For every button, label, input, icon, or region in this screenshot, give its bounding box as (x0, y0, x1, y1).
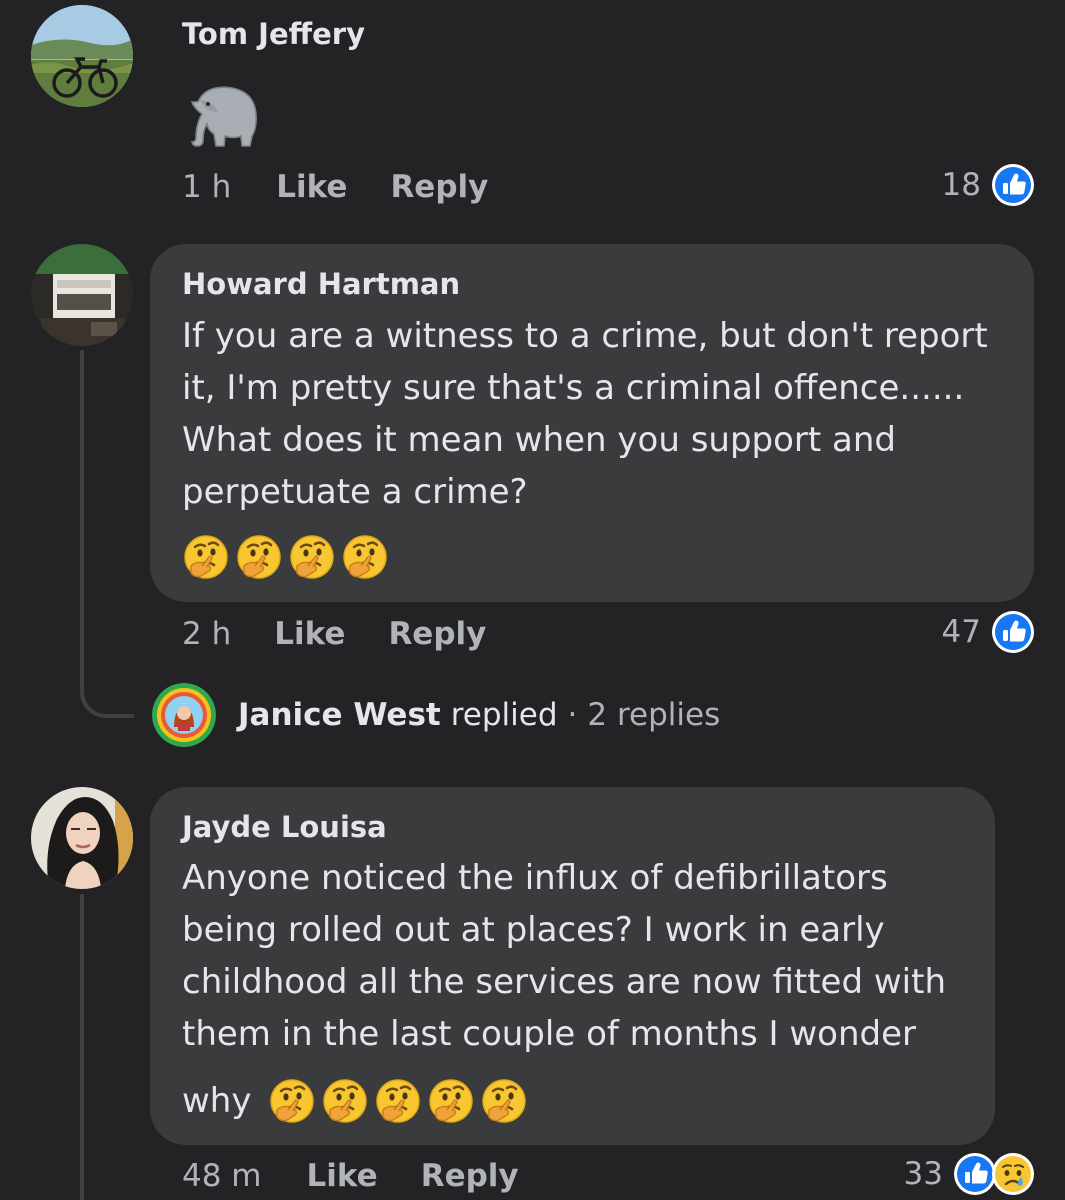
reaction-summary[interactable]: 47 (942, 610, 1035, 654)
like-button[interactable]: Like (307, 1158, 378, 1194)
comment-line: perpetuate a crime? (182, 472, 528, 512)
replier-name: Janice West (238, 697, 441, 733)
thinking-face-icon (341, 533, 389, 581)
replies-count: 2 replies (587, 697, 721, 733)
elephant-icon (178, 80, 262, 148)
comment-line: childhood all the services are now fitte… (182, 962, 946, 1002)
comment-line: Anyone noticed the influx of defibrillat… (182, 858, 888, 898)
like-button[interactable]: Like (276, 169, 347, 205)
comment-line: it, I'm pretty sure that's a criminal of… (182, 368, 965, 408)
comment-actions: 1 h Like Reply (182, 167, 488, 207)
comment-timestamp[interactable]: 2 h (182, 616, 231, 652)
thinking-face-icon (374, 1077, 422, 1125)
avatar-howard-hartman[interactable] (31, 244, 133, 346)
comment-line: If you are a witness to a crime, but don… (182, 316, 988, 356)
comment-line: why (182, 1081, 252, 1121)
avatar-janice-west (152, 683, 216, 747)
thinking-face-icon (268, 1077, 316, 1125)
thinking-face-icon (427, 1077, 475, 1125)
thread-line (80, 350, 84, 658)
like-button[interactable]: Like (274, 616, 345, 652)
comment-author[interactable]: Howard Hartman (182, 267, 460, 301)
thinking-face-icon (235, 533, 283, 581)
separator-dot: · (567, 697, 578, 733)
comment-body: If you are a witness to a crime, but don… (182, 310, 988, 518)
reaction-count: 33 (903, 1156, 943, 1192)
comment-actions: 2 h Like Reply (182, 614, 486, 654)
view-replies-link[interactable]: Janice West replied · 2 replies (152, 683, 720, 747)
thinking-face-icon (182, 533, 230, 581)
replied-label: replied (450, 697, 558, 733)
thread-line (80, 894, 84, 1200)
thinking-face-icon (288, 533, 336, 581)
reaction-summary[interactable]: 33 (904, 1152, 1035, 1196)
avatar-jayde-louisa[interactable] (31, 787, 133, 889)
comment-actions: 48 m Like Reply (182, 1156, 519, 1196)
emoji-line: why (182, 1075, 528, 1127)
comment-timestamp[interactable]: 1 h (182, 169, 231, 205)
like-icon (991, 610, 1035, 654)
emoji-line (182, 533, 389, 581)
comment-author[interactable]: Jayde Louisa (182, 810, 387, 844)
reply-button[interactable]: Reply (388, 616, 486, 652)
like-icon (991, 163, 1035, 207)
reply-button[interactable]: Reply (390, 169, 488, 205)
sad-icon (991, 1152, 1035, 1196)
reaction-count: 18 (941, 167, 981, 203)
thinking-face-icon (321, 1077, 369, 1125)
reaction-summary[interactable]: 18 (942, 163, 1035, 207)
comment-author[interactable]: Tom Jeffery (182, 17, 365, 51)
reaction-count: 47 (941, 614, 981, 650)
comment-line: being rolled out at places? I work in ea… (182, 910, 885, 950)
thinking-face-icon (480, 1077, 528, 1125)
avatar-tom-jeffery[interactable] (31, 5, 133, 107)
comment-line: them in the last couple of months I wond… (182, 1014, 916, 1054)
thread-connector (80, 650, 134, 718)
comment-timestamp[interactable]: 48 m (182, 1158, 262, 1194)
comment-line: What does it mean when you support and (182, 420, 896, 460)
comment-body: Anyone noticed the influx of defibrillat… (182, 852, 946, 1060)
reply-button[interactable]: Reply (421, 1158, 519, 1194)
